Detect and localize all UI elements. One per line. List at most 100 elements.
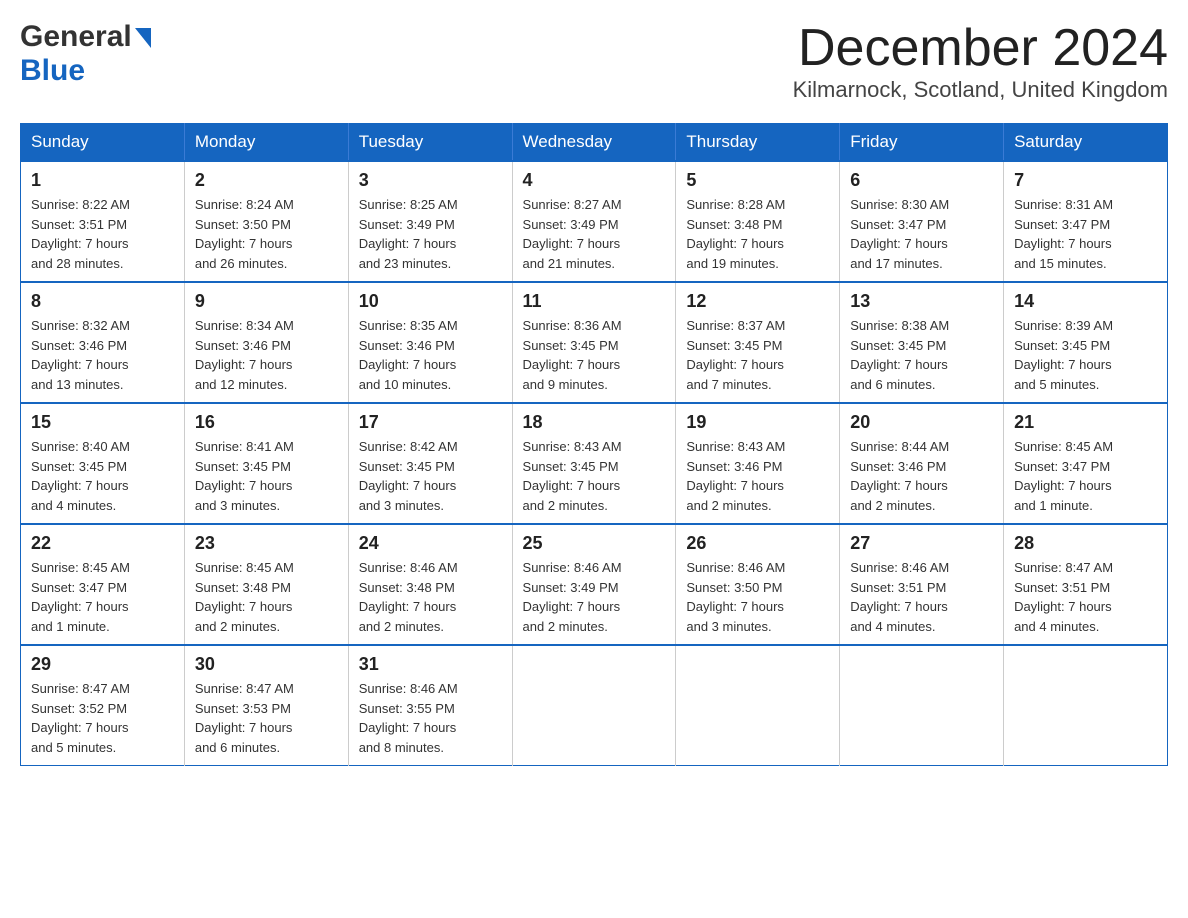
day-info: Sunrise: 8:42 AMSunset: 3:45 PMDaylight:… (359, 437, 502, 515)
day-info: Sunrise: 8:45 AMSunset: 3:47 PMDaylight:… (1014, 437, 1157, 515)
day-info: Sunrise: 8:45 AMSunset: 3:47 PMDaylight:… (31, 558, 174, 636)
day-number: 29 (31, 654, 174, 675)
day-number: 17 (359, 412, 502, 433)
day-number: 19 (686, 412, 829, 433)
day-info: Sunrise: 8:47 AMSunset: 3:53 PMDaylight:… (195, 679, 338, 757)
day-info: Sunrise: 8:39 AMSunset: 3:45 PMDaylight:… (1014, 316, 1157, 394)
day-info: Sunrise: 8:27 AMSunset: 3:49 PMDaylight:… (523, 195, 666, 273)
day-number: 5 (686, 170, 829, 191)
weekday-header-friday: Friday (840, 124, 1004, 162)
weekday-header-wednesday: Wednesday (512, 124, 676, 162)
day-number: 28 (1014, 533, 1157, 554)
calendar-header-row: SundayMondayTuesdayWednesdayThursdayFrid… (21, 124, 1168, 162)
day-number: 31 (359, 654, 502, 675)
day-info: Sunrise: 8:46 AMSunset: 3:55 PMDaylight:… (359, 679, 502, 757)
weekday-header-thursday: Thursday (676, 124, 840, 162)
logo-blue-text: Blue (20, 54, 85, 87)
day-number: 10 (359, 291, 502, 312)
calendar-cell: 20 Sunrise: 8:44 AMSunset: 3:46 PMDaylig… (840, 403, 1004, 524)
day-info: Sunrise: 8:46 AMSunset: 3:49 PMDaylight:… (523, 558, 666, 636)
calendar-cell: 10 Sunrise: 8:35 AMSunset: 3:46 PMDaylig… (348, 282, 512, 403)
day-info: Sunrise: 8:37 AMSunset: 3:45 PMDaylight:… (686, 316, 829, 394)
day-number: 9 (195, 291, 338, 312)
calendar-cell: 11 Sunrise: 8:36 AMSunset: 3:45 PMDaylig… (512, 282, 676, 403)
day-number: 11 (523, 291, 666, 312)
calendar-cell: 6 Sunrise: 8:30 AMSunset: 3:47 PMDayligh… (840, 161, 1004, 282)
calendar-cell: 14 Sunrise: 8:39 AMSunset: 3:45 PMDaylig… (1004, 282, 1168, 403)
day-number: 30 (195, 654, 338, 675)
day-info: Sunrise: 8:30 AMSunset: 3:47 PMDaylight:… (850, 195, 993, 273)
page-header: General Blue December 2024 Kilmarnock, S… (20, 20, 1168, 103)
day-number: 13 (850, 291, 993, 312)
calendar-table: SundayMondayTuesdayWednesdayThursdayFrid… (20, 123, 1168, 766)
calendar-cell: 8 Sunrise: 8:32 AMSunset: 3:46 PMDayligh… (21, 282, 185, 403)
day-number: 3 (359, 170, 502, 191)
calendar-week-row: 22 Sunrise: 8:45 AMSunset: 3:47 PMDaylig… (21, 524, 1168, 645)
calendar-cell: 27 Sunrise: 8:46 AMSunset: 3:51 PMDaylig… (840, 524, 1004, 645)
calendar-cell: 19 Sunrise: 8:43 AMSunset: 3:46 PMDaylig… (676, 403, 840, 524)
day-number: 18 (523, 412, 666, 433)
calendar-week-row: 15 Sunrise: 8:40 AMSunset: 3:45 PMDaylig… (21, 403, 1168, 524)
calendar-cell: 30 Sunrise: 8:47 AMSunset: 3:53 PMDaylig… (184, 645, 348, 766)
day-info: Sunrise: 8:31 AMSunset: 3:47 PMDaylight:… (1014, 195, 1157, 273)
logo-triangle-icon (135, 28, 151, 48)
day-info: Sunrise: 8:22 AMSunset: 3:51 PMDaylight:… (31, 195, 174, 273)
day-info: Sunrise: 8:46 AMSunset: 3:51 PMDaylight:… (850, 558, 993, 636)
day-info: Sunrise: 8:40 AMSunset: 3:45 PMDaylight:… (31, 437, 174, 515)
calendar-week-row: 1 Sunrise: 8:22 AMSunset: 3:51 PMDayligh… (21, 161, 1168, 282)
day-number: 14 (1014, 291, 1157, 312)
day-info: Sunrise: 8:47 AMSunset: 3:52 PMDaylight:… (31, 679, 174, 757)
day-info: Sunrise: 8:36 AMSunset: 3:45 PMDaylight:… (523, 316, 666, 394)
location-text: Kilmarnock, Scotland, United Kingdom (793, 77, 1168, 103)
day-number: 25 (523, 533, 666, 554)
calendar-cell: 25 Sunrise: 8:46 AMSunset: 3:49 PMDaylig… (512, 524, 676, 645)
logo: General Blue (20, 20, 151, 88)
calendar-cell: 24 Sunrise: 8:46 AMSunset: 3:48 PMDaylig… (348, 524, 512, 645)
calendar-cell (840, 645, 1004, 766)
day-info: Sunrise: 8:24 AMSunset: 3:50 PMDaylight:… (195, 195, 338, 273)
day-number: 22 (31, 533, 174, 554)
day-info: Sunrise: 8:45 AMSunset: 3:48 PMDaylight:… (195, 558, 338, 636)
day-number: 12 (686, 291, 829, 312)
calendar-cell: 5 Sunrise: 8:28 AMSunset: 3:48 PMDayligh… (676, 161, 840, 282)
month-title: December 2024 (793, 20, 1168, 77)
calendar-cell: 26 Sunrise: 8:46 AMSunset: 3:50 PMDaylig… (676, 524, 840, 645)
calendar-cell: 4 Sunrise: 8:27 AMSunset: 3:49 PMDayligh… (512, 161, 676, 282)
day-number: 4 (523, 170, 666, 191)
weekday-header-tuesday: Tuesday (348, 124, 512, 162)
weekday-header-saturday: Saturday (1004, 124, 1168, 162)
calendar-cell: 16 Sunrise: 8:41 AMSunset: 3:45 PMDaylig… (184, 403, 348, 524)
day-number: 7 (1014, 170, 1157, 191)
calendar-cell: 31 Sunrise: 8:46 AMSunset: 3:55 PMDaylig… (348, 645, 512, 766)
day-number: 1 (31, 170, 174, 191)
calendar-cell (512, 645, 676, 766)
title-block: December 2024 Kilmarnock, Scotland, Unit… (793, 20, 1168, 103)
day-info: Sunrise: 8:47 AMSunset: 3:51 PMDaylight:… (1014, 558, 1157, 636)
calendar-cell: 15 Sunrise: 8:40 AMSunset: 3:45 PMDaylig… (21, 403, 185, 524)
calendar-cell: 29 Sunrise: 8:47 AMSunset: 3:52 PMDaylig… (21, 645, 185, 766)
calendar-cell: 9 Sunrise: 8:34 AMSunset: 3:46 PMDayligh… (184, 282, 348, 403)
day-info: Sunrise: 8:46 AMSunset: 3:50 PMDaylight:… (686, 558, 829, 636)
calendar-cell: 3 Sunrise: 8:25 AMSunset: 3:49 PMDayligh… (348, 161, 512, 282)
calendar-cell: 28 Sunrise: 8:47 AMSunset: 3:51 PMDaylig… (1004, 524, 1168, 645)
logo-general-text: General (20, 20, 132, 54)
day-info: Sunrise: 8:41 AMSunset: 3:45 PMDaylight:… (195, 437, 338, 515)
calendar-cell: 22 Sunrise: 8:45 AMSunset: 3:47 PMDaylig… (21, 524, 185, 645)
day-number: 24 (359, 533, 502, 554)
day-number: 26 (686, 533, 829, 554)
calendar-cell: 2 Sunrise: 8:24 AMSunset: 3:50 PMDayligh… (184, 161, 348, 282)
calendar-cell: 21 Sunrise: 8:45 AMSunset: 3:47 PMDaylig… (1004, 403, 1168, 524)
calendar-cell (1004, 645, 1168, 766)
calendar-cell (676, 645, 840, 766)
calendar-cell: 17 Sunrise: 8:42 AMSunset: 3:45 PMDaylig… (348, 403, 512, 524)
day-number: 27 (850, 533, 993, 554)
calendar-week-row: 8 Sunrise: 8:32 AMSunset: 3:46 PMDayligh… (21, 282, 1168, 403)
calendar-cell: 23 Sunrise: 8:45 AMSunset: 3:48 PMDaylig… (184, 524, 348, 645)
day-info: Sunrise: 8:43 AMSunset: 3:45 PMDaylight:… (523, 437, 666, 515)
day-info: Sunrise: 8:28 AMSunset: 3:48 PMDaylight:… (686, 195, 829, 273)
day-number: 8 (31, 291, 174, 312)
day-info: Sunrise: 8:44 AMSunset: 3:46 PMDaylight:… (850, 437, 993, 515)
day-info: Sunrise: 8:32 AMSunset: 3:46 PMDaylight:… (31, 316, 174, 394)
day-number: 21 (1014, 412, 1157, 433)
day-info: Sunrise: 8:35 AMSunset: 3:46 PMDaylight:… (359, 316, 502, 394)
